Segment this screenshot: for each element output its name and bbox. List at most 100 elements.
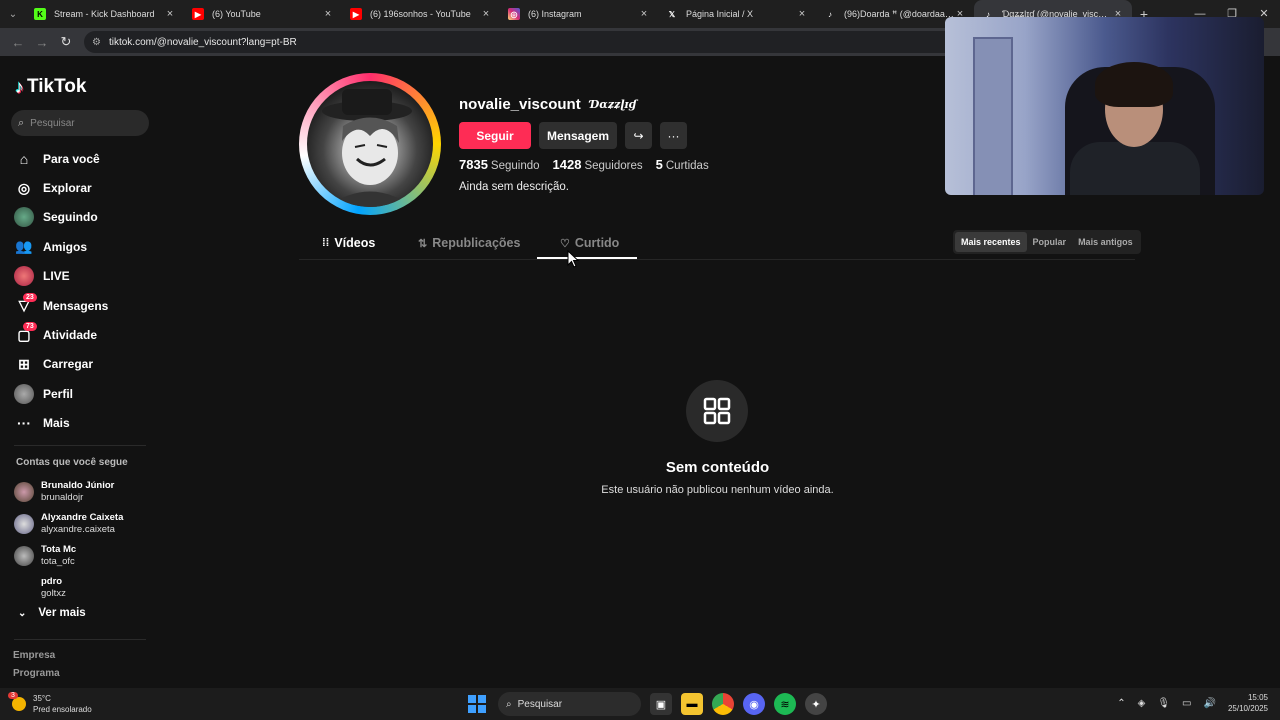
see-more-button[interactable]: ⌄ Ver mais bbox=[18, 607, 86, 619]
sort-segmented-control: Mais recentes Popular Mais antigos bbox=[953, 230, 1141, 254]
activity-icon: ▢ 73 bbox=[14, 322, 37, 345]
browser-tab[interactable]: ▶ (6) 196sonhos - YouTube × bbox=[342, 0, 500, 28]
microphone-icon[interactable]: 🎙 bbox=[1157, 698, 1170, 709]
sidebar-item-mensagens[interactable]: ▽ 23 Mensagens bbox=[14, 291, 108, 320]
reload-icon[interactable]: ↻ bbox=[54, 34, 78, 50]
see-more-label: Ver mais bbox=[38, 607, 86, 619]
weather-widget[interactable]: 3 35°C Pred ensolarado bbox=[8, 692, 92, 715]
back-icon[interactable]: ← bbox=[6, 35, 30, 50]
tab-title: (6) YouTube bbox=[212, 9, 261, 19]
sidebar-item-perfil[interactable]: Perfil bbox=[14, 379, 108, 408]
stat-following[interactable]: 7835 Seguindo bbox=[459, 157, 540, 172]
following-avatar-icon bbox=[14, 207, 34, 228]
profile-stats: 7835 Seguindo 1428 Seguidores 5 Curtidas bbox=[459, 157, 722, 172]
discord-icon[interactable]: ◉ bbox=[743, 693, 765, 715]
sidebar-item-seguindo[interactable]: Seguindo bbox=[14, 203, 108, 232]
profile-username: novalie_viscount bbox=[459, 96, 581, 113]
volume-icon[interactable]: 🔊 bbox=[1204, 698, 1216, 709]
share-button[interactable]: ↪ bbox=[625, 122, 652, 149]
footer-link-empresa[interactable]: Empresa bbox=[13, 650, 60, 668]
taskbar-clock[interactable]: 15:05 25/10/2025 bbox=[1228, 692, 1268, 714]
avatar bbox=[14, 514, 34, 534]
taskbar-search[interactable]: ⌕ Pesquisar bbox=[498, 692, 641, 716]
following-account[interactable]: Alyxandre Caixeta alyxandre.caixeta bbox=[14, 508, 123, 540]
following-account[interactable]: Tota Mc tota_ofc bbox=[14, 540, 123, 572]
heart-icon: ♡ bbox=[560, 237, 570, 250]
following-account[interactable]: pdro goltxz bbox=[14, 572, 123, 604]
sidebar-item-explorar[interactable]: ◎ Explorar bbox=[14, 173, 108, 202]
search-input[interactable]: ⌕ Pesquisar bbox=[11, 110, 149, 136]
tab-liked[interactable]: ♡ Curtido bbox=[560, 236, 619, 250]
task-view-icon[interactable]: ▣ bbox=[650, 693, 672, 715]
notification-badge: 73 bbox=[23, 322, 37, 332]
home-icon: ⌂ bbox=[19, 150, 29, 167]
sort-popular[interactable]: Popular bbox=[1027, 232, 1073, 252]
stat-label: Seguidores bbox=[584, 160, 643, 172]
tab-reposts[interactable]: ⇅ Republicações bbox=[418, 236, 520, 250]
browser-tab[interactable]: 𝕏 Página Inicial / X × bbox=[658, 0, 816, 28]
messages-icon: ▽ 23 bbox=[14, 292, 37, 316]
sidebar-item-label: Seguindo bbox=[43, 210, 98, 225]
notification-badge: 23 bbox=[23, 292, 37, 302]
close-icon[interactable]: × bbox=[796, 8, 808, 20]
following-list: Brunaldo Júnior brunaldojr Alyxandre Caix… bbox=[14, 476, 123, 604]
chrome-icon[interactable] bbox=[712, 693, 734, 715]
sidebar-item-label: Para você bbox=[43, 151, 100, 166]
sidebar-item-carregar[interactable]: ⊞ Carregar bbox=[14, 350, 108, 379]
network-icon[interactable]: ▭ bbox=[1182, 698, 1191, 709]
sidebar-item-label: Mensagens bbox=[43, 298, 109, 313]
close-icon[interactable]: × bbox=[322, 8, 334, 20]
sidebar-item-atividade[interactable]: ▢ 73 Atividade bbox=[14, 320, 108, 349]
weather-condition: Pred ensolarado bbox=[33, 705, 92, 714]
close-icon[interactable]: × bbox=[638, 8, 650, 20]
app-icon[interactable]: ✦ bbox=[805, 693, 827, 715]
sidebar-item-label: Carregar bbox=[43, 357, 94, 372]
message-button[interactable]: Mensagem bbox=[539, 122, 617, 149]
sidebar-item-amigos[interactable]: 👥 Amigos bbox=[14, 232, 108, 261]
follow-button[interactable]: Seguir bbox=[459, 122, 531, 149]
account-username: goltxz bbox=[41, 588, 66, 599]
tiktok-logo[interactable]: ♪ TikTok bbox=[15, 76, 86, 98]
close-icon[interactable]: × bbox=[480, 8, 492, 20]
sort-recent[interactable]: Mais recentes bbox=[955, 232, 1027, 252]
following-account[interactable]: Brunaldo Júnior brunaldojr bbox=[14, 476, 123, 508]
tab-search-chevron-icon[interactable]: ⌄ bbox=[0, 0, 26, 28]
tiktok-logo-icon: ♪ bbox=[15, 76, 24, 97]
profile-header: novalie_viscount Ɗαʑʑɭɪɠ bbox=[459, 96, 636, 113]
url-field[interactable]: ⚙ tiktok.com/@novalie_viscount?lang=pt-B… bbox=[84, 31, 964, 53]
x-icon: 𝕏 bbox=[668, 9, 676, 19]
windows-start-icon[interactable] bbox=[468, 695, 486, 713]
stat-followers[interactable]: 1428 Seguidores bbox=[553, 157, 643, 172]
tray-chevron-icon[interactable]: ⌃ bbox=[1117, 698, 1125, 709]
close-icon[interactable]: × bbox=[164, 8, 176, 20]
sidebar-item-mais[interactable]: ··· Mais bbox=[14, 409, 108, 438]
browser-tab[interactable]: K Stream - Kick Dashboard × bbox=[26, 0, 184, 28]
tab-videos[interactable]: ⁞⁞ Vídeos bbox=[322, 236, 375, 250]
forward-icon[interactable]: → bbox=[30, 35, 54, 50]
share-icon: ↪ bbox=[633, 128, 644, 143]
site-info-icon[interactable]: ⚙ bbox=[92, 37, 101, 48]
tab-label: Vídeos bbox=[334, 236, 376, 250]
account-name: pdro bbox=[41, 576, 63, 587]
tab-title: Stream - Kick Dashboard bbox=[54, 9, 155, 19]
browser-tab[interactable]: ▶ (6) YouTube × bbox=[184, 0, 342, 28]
sidebar-item-live[interactable]: LIVE bbox=[14, 262, 108, 291]
spotify-icon[interactable]: ≋ bbox=[774, 693, 796, 715]
browser-tab[interactable]: ◎ (6) Instagram × bbox=[500, 0, 658, 28]
footer-links: Empresa Programa bbox=[13, 650, 60, 686]
sort-oldest[interactable]: Mais antigos bbox=[1072, 232, 1139, 252]
footer-link-programa[interactable]: Programa bbox=[13, 668, 60, 686]
account-name: Tota Mc bbox=[41, 544, 77, 555]
search-icon: ⌕ bbox=[18, 116, 25, 129]
file-explorer-icon[interactable]: ▬ bbox=[681, 693, 703, 715]
tab-label: Republicações bbox=[432, 236, 521, 250]
empty-state-title: Sem conteúdo bbox=[665, 459, 770, 476]
divider bbox=[14, 445, 146, 446]
tray-app-icon[interactable]: ◈ bbox=[1138, 698, 1146, 709]
tab-hover-indicator bbox=[537, 257, 637, 259]
logo-text: TikTok bbox=[27, 76, 87, 97]
account-username: alyxandre.caixeta bbox=[41, 524, 115, 535]
sidebar-item-para-voce[interactable]: ⌂ Para você bbox=[14, 144, 108, 173]
profile-avatar-image bbox=[307, 81, 433, 207]
more-options-button[interactable]: ··· bbox=[660, 122, 687, 149]
